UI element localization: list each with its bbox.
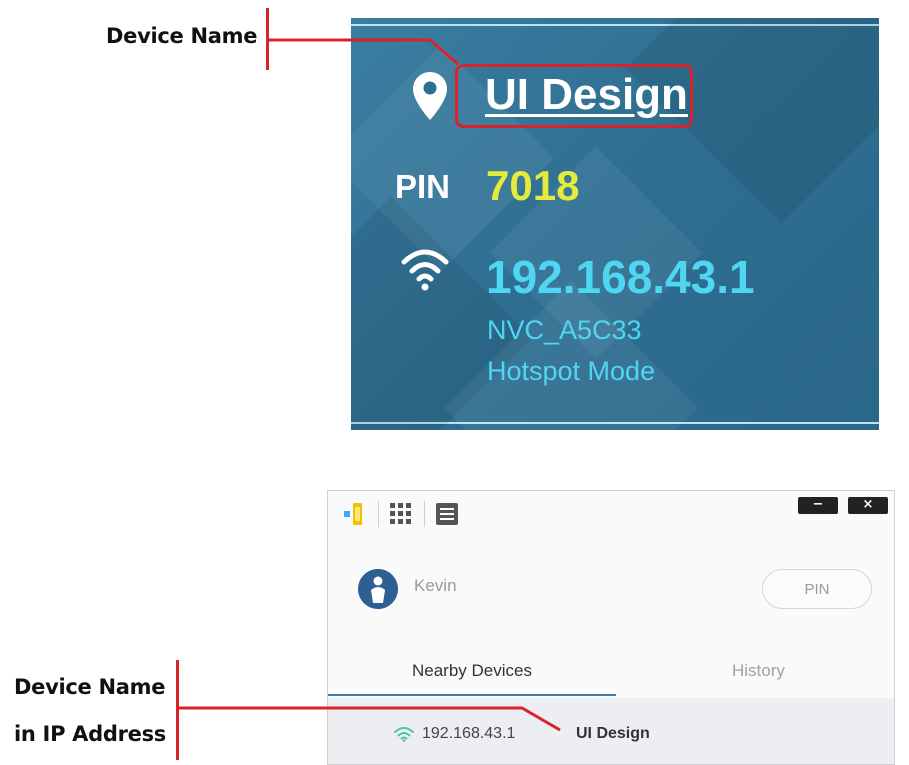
- pin-value: 7018: [486, 162, 580, 209]
- list-icon[interactable]: [434, 501, 460, 527]
- annotation-label-device-name: Device Name: [106, 24, 258, 48]
- pin-button[interactable]: PIN: [762, 569, 872, 609]
- active-tab-indicator: [328, 694, 616, 696]
- app-logo-icon[interactable]: [340, 501, 370, 527]
- highlight-box: [455, 64, 693, 128]
- app-window: − × Kevin PIN Nearby Devices History 192…: [327, 490, 895, 765]
- annotation-label-device-name-ip-line2: in IP Address: [14, 722, 166, 746]
- user-avatar-icon[interactable]: [358, 569, 398, 609]
- device-list-item[interactable]: 192.168.43.1 UI Design: [328, 698, 894, 764]
- tab-history[interactable]: History: [732, 661, 785, 681]
- annotation-label-device-name-ip-line1: Device Name: [14, 675, 166, 699]
- wifi-icon: [394, 727, 414, 742]
- grid-icon[interactable]: [388, 501, 414, 527]
- location-pin-icon: [413, 72, 447, 120]
- close-button[interactable]: ×: [848, 497, 888, 514]
- wifi-icon: [401, 249, 449, 291]
- tab-nearby-devices[interactable]: Nearby Devices: [412, 661, 532, 681]
- ip-address: 192.168.43.1: [486, 251, 755, 303]
- network-mode-label: Hotspot Mode: [487, 356, 656, 386]
- minimize-button[interactable]: −: [798, 497, 838, 514]
- user-name: Kevin: [414, 576, 457, 595]
- annotation-tick: [266, 8, 269, 70]
- pin-label: PIN: [395, 168, 451, 205]
- toolbar-separator: [424, 501, 425, 527]
- device-ip: 192.168.43.1: [422, 725, 516, 742]
- ssid-label: NVC_A5C33: [487, 315, 642, 345]
- device-name-in-list: UI Design: [576, 725, 650, 742]
- annotation-tick: [176, 660, 179, 760]
- toolbar-separator: [378, 501, 379, 527]
- device-screen-panel: UI Design PIN 7018 192.168.43.1 NVC_A5C3…: [351, 18, 879, 430]
